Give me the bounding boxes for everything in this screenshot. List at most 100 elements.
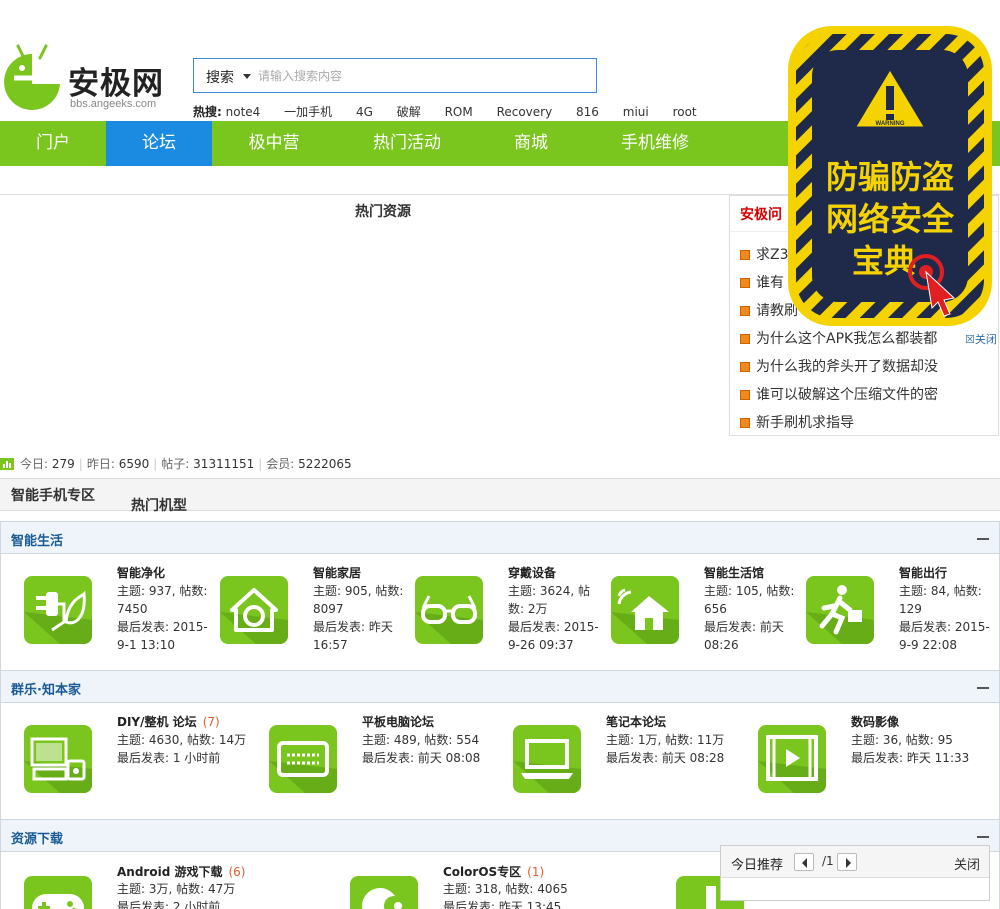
search-type-select[interactable]: 搜索 (206, 67, 234, 87)
forum-name[interactable]: 智能出行 (899, 564, 947, 581)
forum-last-post[interactable]: 最后发表: 2015-9-1 13:10 (117, 618, 209, 654)
collapse-icon[interactable] (977, 538, 989, 540)
forum-last-post[interactable]: 最后发表: 2015-9-9 22:08 (899, 618, 991, 654)
forum-stats: 主题: 105, 帖数: 656 (704, 584, 795, 616)
nav-item-mall[interactable]: 商城 (478, 121, 584, 166)
ask-item[interactable]: 谁可以破解这个压缩文件的密 (740, 384, 938, 404)
wifi-house-icon[interactable] (611, 576, 679, 644)
collapse-icon[interactable] (977, 687, 989, 689)
category-title[interactable]: 群乐·知本家 (11, 679, 81, 698)
ask-panel-title[interactable]: 安极问 (740, 204, 782, 224)
forum-stats: 主题: 4630, 帖数: 14万 (117, 733, 247, 747)
nav-item-jizhongying[interactable]: 极中营 (212, 121, 336, 166)
stat-posts: 31311151 (193, 457, 255, 471)
badge-line3: 宝典 (852, 242, 916, 280)
hot-search-label: 热搜: (193, 105, 222, 119)
forum-new-count: (7) (202, 715, 220, 729)
bullet-icon (740, 418, 750, 428)
category-title[interactable]: 智能生活 (11, 530, 63, 549)
forum-stats: 主题: 489, 帖数: 554 (362, 733, 480, 747)
hot-keyword[interactable]: ROM (445, 105, 473, 119)
hot-keyword[interactable]: 4G (356, 105, 373, 119)
ask-item[interactable]: 新手刷机求指导 (740, 412, 854, 432)
ask-item[interactable]: 为什么这个APK我怎么都装都 (740, 328, 937, 348)
ask-close-button[interactable]: ☒关闭 (965, 331, 997, 347)
coloros-icon[interactable] (350, 876, 418, 909)
running-man-icon[interactable] (806, 576, 874, 644)
today-recommend-close[interactable]: 关闭 (954, 854, 980, 873)
forum-stats: 主题: 318, 帖数: 4065 (443, 882, 568, 896)
ask-item[interactable]: 求Z3 (740, 244, 789, 264)
hot-keyword[interactable]: miui (623, 105, 649, 119)
ask-item[interactable]: 为什么我的斧头开了数据却没 (740, 356, 938, 376)
hot-search-bar: 热搜: note4 一加手机 4G 破解 ROM Recovery 816 mi… (193, 103, 717, 120)
forum-last-post[interactable]: 最后发表: 前天 08:26 (704, 618, 796, 654)
today-recommend-bar: 今日推荐 /1 关闭 (721, 846, 989, 878)
forum-last-post[interactable]: 最后发表: 前天 08:28 (606, 749, 746, 767)
plug-leaf-icon[interactable] (24, 576, 92, 644)
desktop-pc-icon[interactable] (24, 725, 92, 793)
smartphone-zone-title[interactable]: 智能手机专区 (11, 485, 95, 505)
forum-last-post[interactable]: 最后发表: 昨天 11:33 (851, 749, 991, 767)
forum-last-post[interactable]: 最后发表: 2015-9-26 09:37 (508, 618, 600, 654)
forum-name[interactable]: 智能家居 (313, 564, 361, 581)
next-page-button[interactable] (837, 853, 857, 871)
forum-name[interactable]: 智能净化 (117, 564, 165, 581)
android-logo-icon[interactable] (2, 44, 62, 112)
hot-keyword[interactable]: root (673, 105, 697, 119)
hot-resources-title: 热门资源 (355, 204, 411, 220)
forum-last-post[interactable]: 最后发表: 1 小时前 (117, 749, 257, 767)
gamepad-icon[interactable] (24, 876, 92, 909)
hot-models-label[interactable]: 热门机型 (131, 495, 187, 515)
forum-name[interactable]: 穿戴设备 (508, 564, 556, 581)
laptop-icon[interactable] (513, 725, 581, 793)
stat-today: 279 (51, 457, 75, 471)
hot-keyword[interactable]: Recovery (497, 105, 553, 119)
warning-label: WARNING (876, 121, 905, 127)
today-recommend-title: 今日推荐 (731, 858, 784, 873)
forum-name[interactable]: Android 游戏下载 (6) (117, 863, 245, 880)
nav-item-repair[interactable]: 手机维修 (584, 121, 726, 166)
collapse-icon[interactable] (977, 836, 989, 838)
category-title[interactable]: 资源下载 (11, 828, 63, 847)
nav-item-forum[interactable]: 论坛 (106, 121, 212, 166)
logo-text[interactable]: 安极网 (68, 58, 164, 103)
smart-home-icon[interactable] (220, 576, 288, 644)
forum-last-post[interactable]: 最后发表: 昨天 13:45 (443, 898, 603, 909)
forum-name[interactable]: DIY/整机 论坛 (7) (117, 713, 220, 730)
category-header: 智能生活 (0, 521, 1000, 554)
bullet-icon (740, 250, 750, 260)
hot-keyword[interactable]: 816 (576, 105, 599, 119)
forum-new-count: (1) (527, 865, 545, 879)
forum-name[interactable]: 笔记本论坛 (606, 713, 666, 730)
nav-item-events[interactable]: 热门活动 (336, 121, 478, 166)
bullet-icon (740, 362, 750, 372)
chevron-down-icon[interactable] (243, 74, 251, 79)
forum-last-post[interactable]: 最后发表: 前天 08:08 (362, 749, 502, 767)
forum-name[interactable]: ColorOS专区 (1) (443, 863, 544, 880)
forum-name[interactable]: 平板电脑论坛 (362, 713, 434, 730)
bullet-icon (740, 334, 750, 344)
glasses-icon[interactable] (415, 576, 483, 644)
today-recommend-panel: 今日推荐 /1 关闭 (720, 845, 990, 901)
forum-name[interactable]: 智能生活馆 (704, 564, 764, 581)
tablet-icon[interactable] (269, 725, 337, 793)
hot-keyword[interactable]: 破解 (397, 105, 421, 119)
hot-keyword[interactable]: note4 (226, 105, 261, 119)
anti-fraud-badge[interactable]: WARNING 防骗防盗 网络安全 宝典 (786, 24, 994, 328)
forum-name[interactable]: 数码影像 (851, 713, 899, 730)
search-box: 搜索 (193, 58, 597, 93)
ask-item[interactable]: 谁有 (740, 272, 784, 292)
forum-stats: 主题: 36, 帖数: 95 (851, 733, 953, 747)
forum-stats: 主题: 3624, 帖数: 2万 (508, 584, 591, 616)
forum-last-post[interactable]: 最后发表: 2 小时前 (117, 898, 277, 909)
nav-item-portal[interactable]: 门户 (0, 121, 106, 166)
page-indicator: /1 (822, 854, 834, 868)
hot-keyword[interactable]: 一加手机 (284, 105, 332, 119)
badge-line2: 网络安全 (826, 200, 955, 238)
search-input[interactable] (258, 65, 588, 87)
forum-stats: 今日: 279 | 昨日: 6590 | 帖子: 31311151 | 会员: 522206… (0, 455, 352, 472)
prev-page-button[interactable] (794, 853, 814, 871)
forum-last-post[interactable]: 最后发表: 昨天 16:57 (313, 618, 405, 654)
film-icon[interactable] (758, 725, 826, 793)
